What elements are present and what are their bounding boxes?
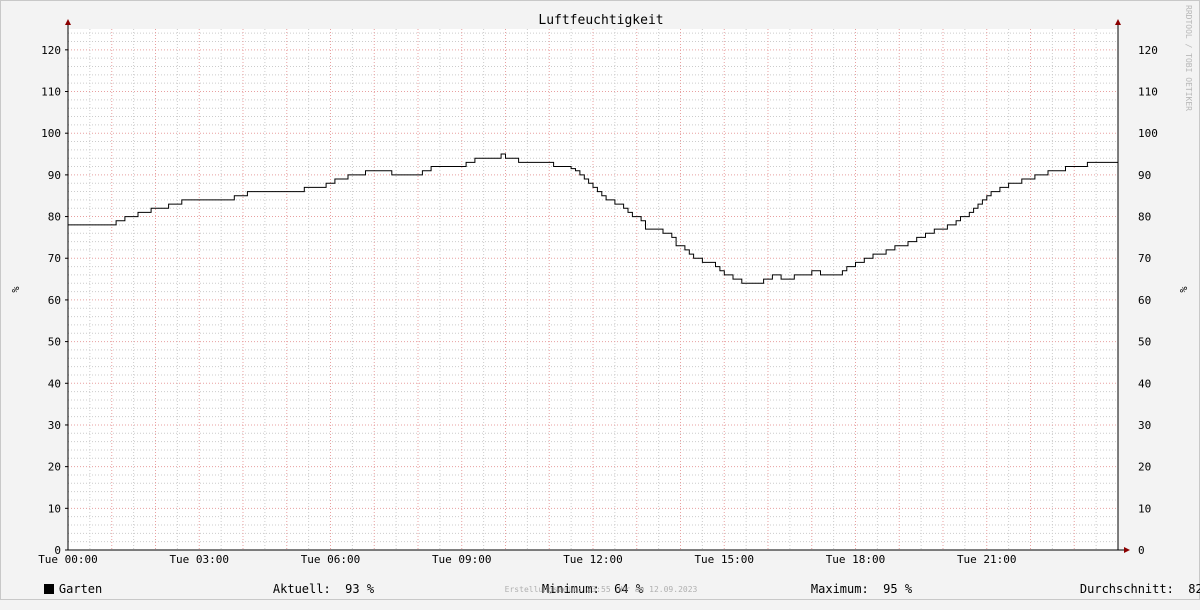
chart-svg: 0 010 1020 2030 3040 4050 5060 6070 7080 8090 9010… — [9, 13, 1188, 566]
x-tick-label: Tue 03:00 — [169, 553, 229, 566]
y-tick-label-left: 60 — [48, 294, 61, 307]
rrdtool-watermark: RRDTOOL / TOBI OETIKER — [1184, 5, 1193, 111]
y-tick-label-left: 90 — [48, 169, 61, 182]
x-tick-label: Tue 06:00 — [301, 553, 361, 566]
creation-timestamp: Erstellungszeit: 23:55 Uhr am 12.09.2023 — [504, 585, 698, 594]
y-axis-label-left: % — [9, 286, 20, 292]
y-tick-label-right: 100 — [1138, 127, 1158, 140]
chart-window: 0 0 10 10 20 20 30 30 40 40 50 50 60 60 70 70 80 80 90 90 10… — [0, 0, 1200, 600]
y-tick-label-left: 70 — [48, 252, 61, 265]
y-tick-label-right: 80 — [1138, 211, 1151, 224]
chart-title: Luftfeuchtigkeit — [538, 13, 663, 28]
y-tick-label-right: 20 — [1138, 461, 1151, 474]
y-tick-label-right: 50 — [1138, 336, 1151, 349]
y-tick-label-left: 10 — [48, 502, 61, 515]
y-axis-label-right: % — [1177, 286, 1188, 292]
y-tick-label-right: 120 — [1138, 44, 1158, 57]
y-tick-label-left: 120 — [41, 44, 61, 57]
y-tick-label-left: 100 — [41, 127, 61, 140]
y-tick-label-left: 80 — [48, 211, 61, 224]
y-tick-label-left: 50 — [48, 336, 61, 349]
x-axis-arrow — [1124, 547, 1130, 553]
x-tick-label: Tue 00:00 — [38, 553, 98, 566]
y-tick-label-right: 110 — [1138, 86, 1158, 99]
x-tick-label: Tue 15:00 — [694, 553, 754, 566]
x-tick-label: Tue 21:00 — [957, 553, 1017, 566]
y-tick-label-left: 40 — [48, 377, 61, 390]
y-tick-label-right: 0 — [1138, 544, 1145, 557]
x-tick-label: Tue 12:00 — [563, 553, 623, 566]
y-axis-arrow-left — [65, 19, 71, 25]
y-tick-label-right: 90 — [1138, 169, 1151, 182]
y-tick-label-right: 30 — [1138, 419, 1151, 432]
x-tick-label: Tue 09:00 — [432, 553, 492, 566]
y-tick-label-right: 60 — [1138, 294, 1151, 307]
y-tick-label-left: 20 — [48, 461, 61, 474]
y-tick-label-right: 70 — [1138, 252, 1151, 265]
y-axis-arrow-right — [1115, 19, 1121, 25]
x-tick-label: Tue 18:00 — [826, 553, 886, 566]
y-tick-label-left: 30 — [48, 419, 61, 432]
y-tick-label-right: 10 — [1138, 502, 1151, 515]
y-tick-label-left: 110 — [41, 86, 61, 99]
y-tick-label-right: 40 — [1138, 377, 1151, 390]
